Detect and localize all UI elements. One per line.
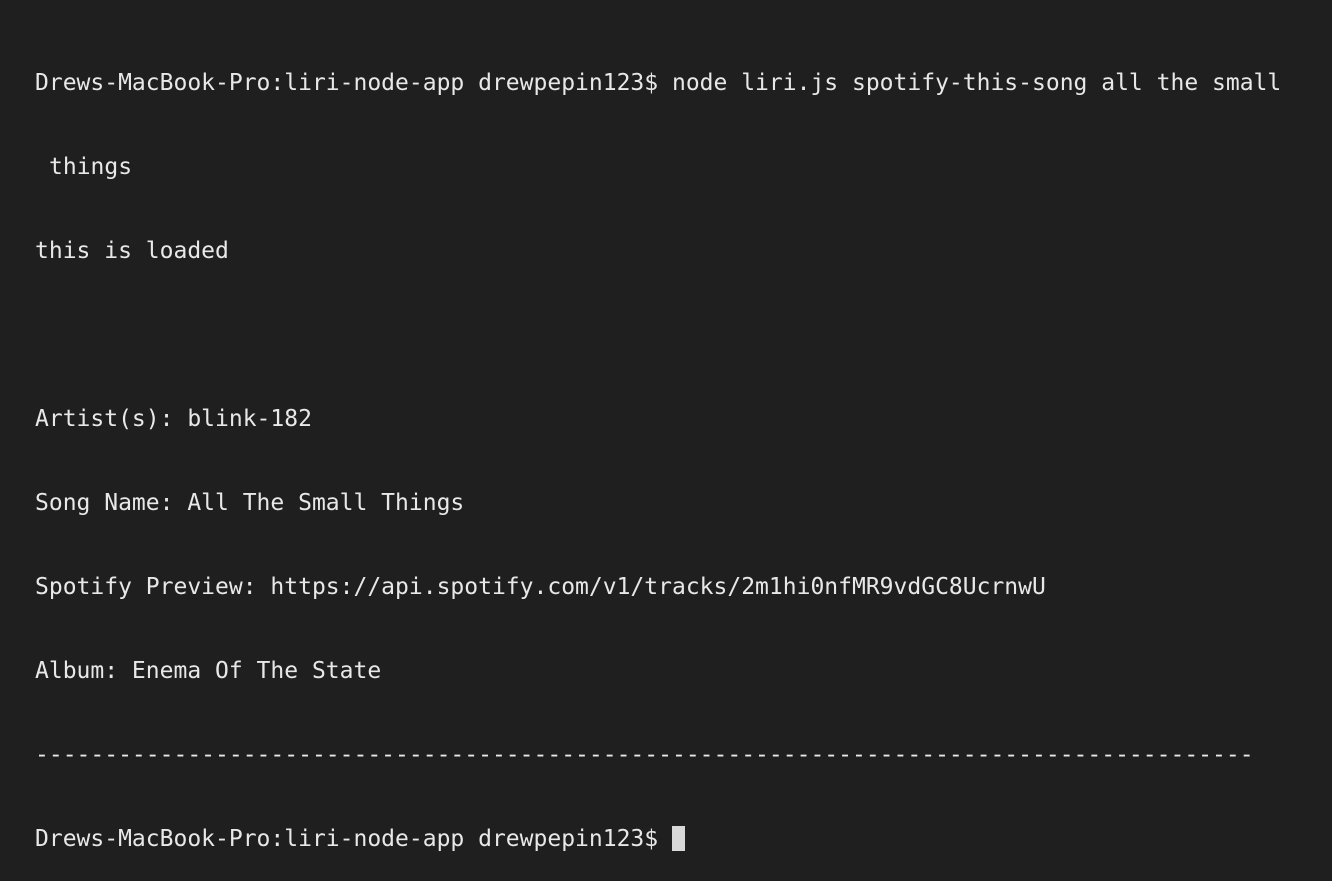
spotify-preview-line: Spotify Preview: https://api.spotify.com… — [35, 574, 1046, 600]
divider-line: ----------------------------------------… — [35, 742, 1254, 768]
command-line-wrap: things — [49, 154, 133, 180]
loaded-message: this is loaded — [35, 238, 229, 264]
command-line: Drews-MacBook-Pro:liri-node-app drewpepi… — [35, 70, 1282, 96]
prompt-line[interactable]: Drews-MacBook-Pro:liri-node-app drewpepi… — [35, 825, 1332, 853]
text-cursor — [672, 826, 686, 851]
prompt-text: Drews-MacBook-Pro:liri-node-app drewpepi… — [35, 826, 659, 852]
album-line: Album: Enema Of The State — [35, 658, 382, 684]
artist-line: Artist(s): blink-182 — [35, 406, 312, 432]
terminal-window[interactable]: Drews-MacBook-Pro:liri-node-app drewpepi… — [0, 0, 1332, 852]
song-name-line: Song Name: All The Small Things — [35, 490, 465, 516]
